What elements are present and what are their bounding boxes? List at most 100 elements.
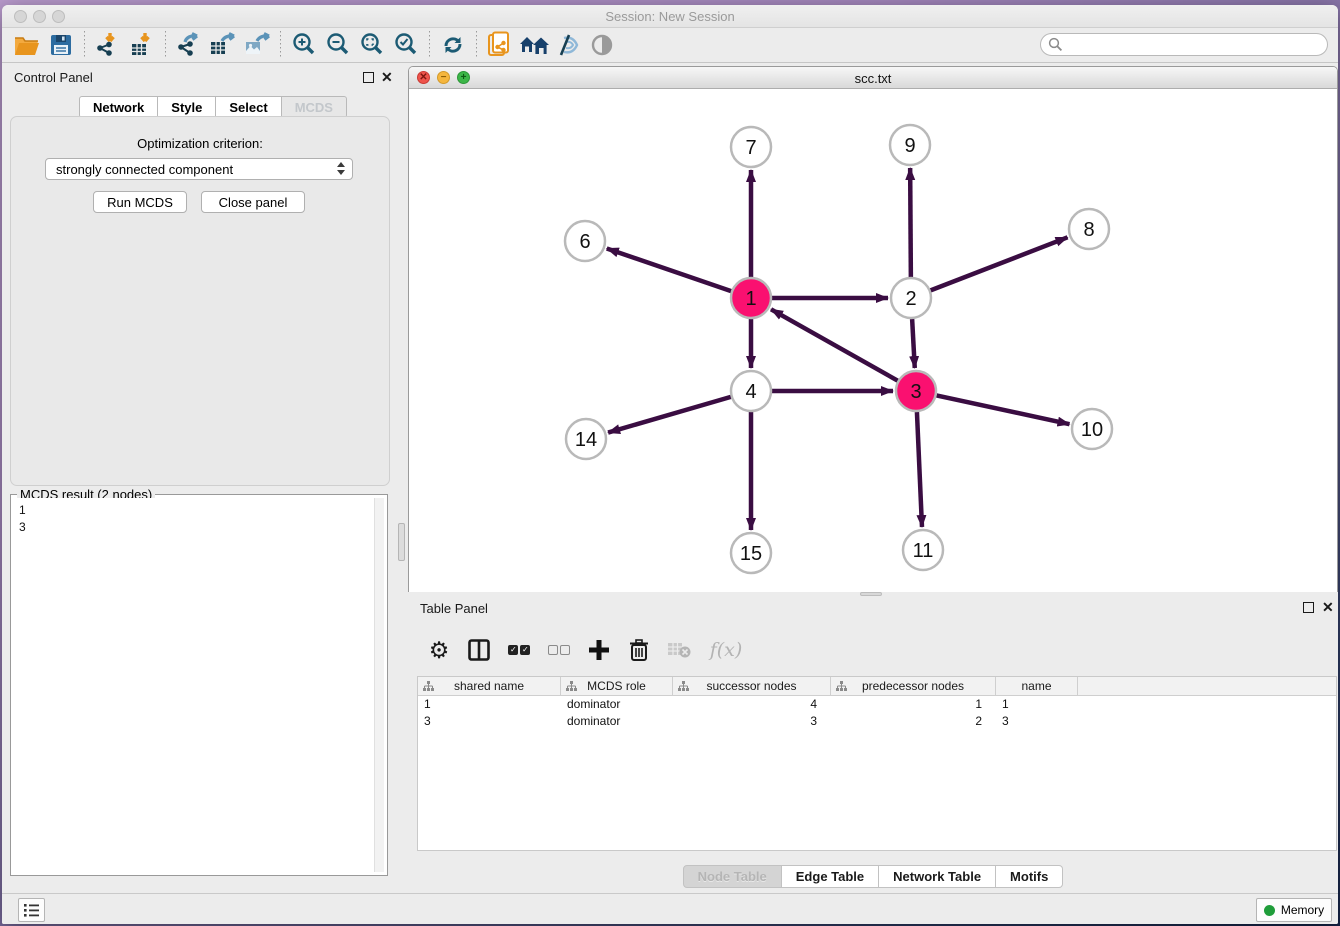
cell-mcds-role[interactable]: dominator: [561, 696, 673, 713]
import-table-icon[interactable]: [125, 30, 159, 60]
cell-name[interactable]: 1: [996, 696, 1078, 713]
result-scrollbar[interactable]: [374, 498, 384, 872]
function-builder-icon[interactable]: f(x): [706, 637, 746, 663]
graph-edge-2-9[interactable]: [910, 168, 911, 277]
control-panel-tabs: Network Style Select MCDS: [79, 96, 347, 118]
column-header-mcds-role[interactable]: MCDS role: [561, 677, 673, 695]
open-network-file-icon[interactable]: [483, 30, 517, 60]
memory-button[interactable]: Memory: [1256, 898, 1332, 922]
graph-node-label: 10: [1081, 419, 1103, 441]
main-toolbar: [2, 28, 1338, 63]
tab-mcds[interactable]: MCDS: [282, 96, 347, 118]
cell-successor-nodes[interactable]: 4: [673, 696, 831, 713]
tab-node-table[interactable]: Node Table: [683, 865, 782, 888]
close-table-panel-icon[interactable]: ✕: [1322, 602, 1334, 613]
graph-edge-1-6[interactable]: [607, 248, 731, 291]
tab-edge-table[interactable]: Edge Table: [782, 865, 879, 888]
graph-node-label: 9: [904, 135, 915, 157]
task-history-button[interactable]: [18, 898, 45, 922]
node-table: shared name MCDS role successor nodes pr…: [417, 676, 1337, 851]
column-header-predecessor-nodes[interactable]: predecessor nodes: [831, 677, 996, 695]
show-graphics-icon[interactable]: [585, 30, 619, 60]
control-panel-header: Control Panel ✕: [2, 66, 396, 90]
column-header-shared-name[interactable]: shared name: [418, 677, 561, 695]
table-panel-header: Table Panel ✕: [420, 600, 1330, 618]
column-type-icon: [678, 681, 689, 692]
hide-graphics-icon[interactable]: [551, 30, 585, 60]
tab-motifs[interactable]: Motifs: [996, 865, 1063, 888]
cell-successor-nodes[interactable]: 3: [673, 713, 831, 730]
open-file-icon[interactable]: [10, 30, 44, 60]
control-panel-title: Control Panel: [14, 70, 93, 85]
import-network-icon[interactable]: [91, 30, 125, 60]
cell-mcds-role[interactable]: dominator: [561, 713, 673, 730]
graph-node-label: 7: [745, 137, 756, 159]
show-columns-icon[interactable]: [466, 637, 492, 663]
optimization-criterion-label: Optimization criterion:: [2, 136, 398, 151]
chevron-up-down-icon: [337, 162, 345, 175]
selected-criterion: strongly connected component: [56, 162, 233, 177]
close-panel-button[interactable]: Close panel: [201, 191, 305, 213]
cell-shared-name[interactable]: 1: [418, 696, 561, 713]
status-bar: Memory: [2, 893, 1338, 924]
run-mcds-button[interactable]: Run MCDS: [93, 191, 187, 213]
title-bar[interactable]: Session: New Session: [2, 5, 1338, 28]
column-header-successor-nodes[interactable]: successor nodes: [673, 677, 831, 695]
column-type-icon: [836, 681, 847, 692]
delete-column-icon[interactable]: [626, 637, 652, 663]
search-input[interactable]: [1040, 33, 1328, 56]
graph-edge-3-1[interactable]: [771, 309, 898, 380]
refresh-icon[interactable]: [436, 30, 470, 60]
zoom-selected-icon[interactable]: [389, 30, 423, 60]
graph-node-label: 2: [905, 288, 916, 310]
home-icon[interactable]: [517, 30, 551, 60]
float-panel-icon[interactable]: [363, 72, 374, 83]
cell-predecessor-nodes[interactable]: 1: [831, 696, 996, 713]
app-window: Session: New Session: [2, 5, 1338, 924]
tab-network-table[interactable]: Network Table: [879, 865, 996, 888]
zoom-out-icon[interactable]: [321, 30, 355, 60]
graph-edge-3-10[interactable]: [937, 395, 1070, 424]
graph-edge-3-11[interactable]: [917, 412, 922, 527]
splitter-grip[interactable]: [398, 523, 405, 561]
cell-name[interactable]: 3: [996, 713, 1078, 730]
tab-network[interactable]: Network: [79, 96, 158, 118]
graph-node-label: 4: [745, 381, 756, 403]
table-row[interactable]: 3 dominator 3 2 3: [418, 713, 1336, 730]
network-window-title: scc.txt: [409, 71, 1337, 86]
mcds-result-text[interactable]: 1 3: [14, 498, 373, 872]
zoom-fit-icon[interactable]: [355, 30, 389, 60]
graph-edge-2-8[interactable]: [931, 237, 1068, 290]
table-row[interactable]: 1 dominator 4 1 1: [418, 696, 1336, 713]
result-line: 1: [19, 502, 368, 519]
mcds-result-box: MCDS result (2 nodes) 1 3: [10, 494, 388, 876]
close-panel-icon[interactable]: ✕: [381, 72, 393, 83]
tab-select[interactable]: Select: [216, 96, 281, 118]
vertical-splitter[interactable]: [396, 66, 408, 888]
column-header-filler: [1078, 677, 1336, 695]
export-image-icon[interactable]: [240, 30, 274, 60]
network-canvas[interactable]: 7968124314101511: [409, 89, 1337, 592]
select-all-columns-icon[interactable]: [506, 637, 532, 663]
tab-style[interactable]: Style: [158, 96, 216, 118]
float-table-panel-icon[interactable]: [1303, 602, 1314, 613]
unselect-all-columns-icon[interactable]: [546, 637, 572, 663]
graph-edge-2-3[interactable]: [912, 319, 915, 368]
export-table-icon[interactable]: [206, 30, 240, 60]
cell-shared-name[interactable]: 3: [418, 713, 561, 730]
column-type-icon: [423, 681, 434, 692]
export-network-icon[interactable]: [172, 30, 206, 60]
zoom-in-icon[interactable]: [287, 30, 321, 60]
save-session-icon[interactable]: [44, 30, 78, 60]
add-column-icon[interactable]: [586, 637, 612, 663]
window-title: Session: New Session: [2, 9, 1338, 24]
table-settings-gear-icon[interactable]: ⚙: [426, 637, 452, 663]
network-window-titlebar[interactable]: ✕ − + scc.txt: [409, 67, 1337, 89]
table-panel-title: Table Panel: [420, 601, 488, 616]
graph-node-label: 1: [745, 288, 756, 310]
delete-table-icon[interactable]: [666, 637, 692, 663]
optimization-criterion-select[interactable]: strongly connected component: [45, 158, 353, 180]
column-header-name[interactable]: name: [996, 677, 1078, 695]
graph-edge-4-14[interactable]: [608, 397, 731, 433]
cell-predecessor-nodes[interactable]: 2: [831, 713, 996, 730]
